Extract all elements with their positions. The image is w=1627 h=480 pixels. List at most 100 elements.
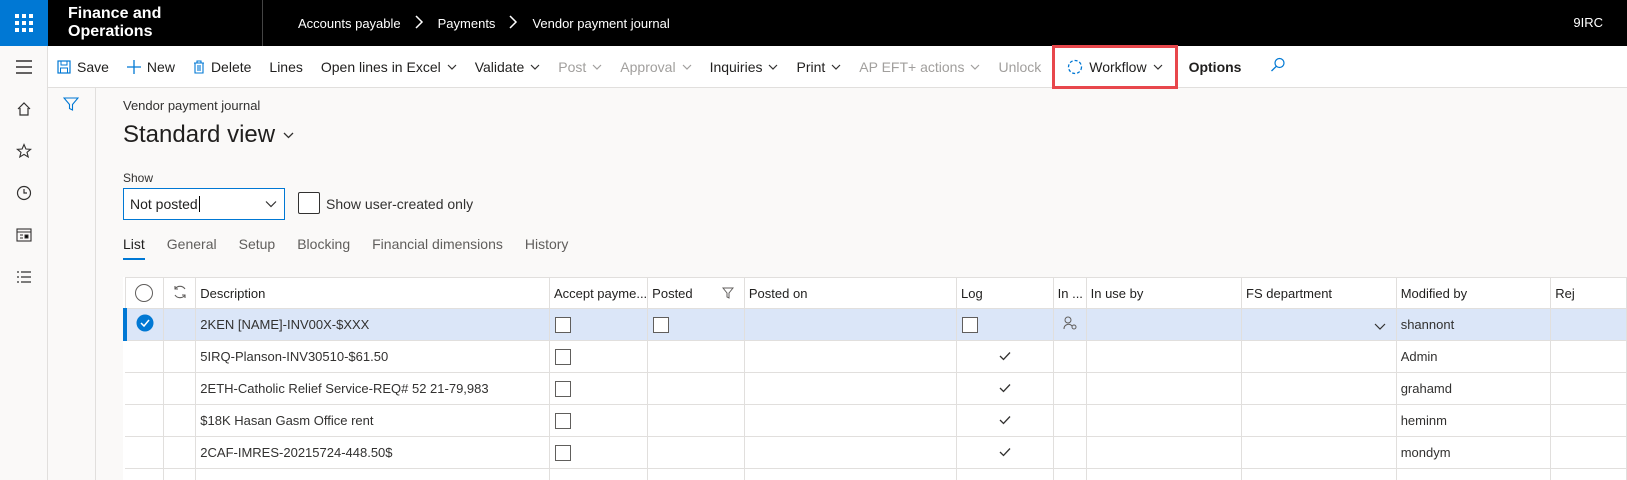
column-header-in-use-by[interactable]: In use by xyxy=(1086,277,1243,309)
tab-list[interactable]: List xyxy=(123,236,145,260)
text-caret xyxy=(198,196,200,212)
accept-payment-checkbox[interactable] xyxy=(549,436,649,469)
chevron-right-icon xyxy=(509,14,518,32)
chevron-down-icon xyxy=(447,64,457,70)
table-row[interactable]: 2KEN [NAME]-INV00X-$XXX shannont xyxy=(123,308,1627,341)
row-select-radio[interactable] xyxy=(123,308,165,341)
posted-cell xyxy=(647,436,745,469)
column-header-description[interactable]: Description xyxy=(195,277,550,309)
search-button[interactable] xyxy=(1250,46,1295,88)
posted-cell xyxy=(647,340,745,373)
table-row[interactable]: 5IRQ-Planson-INV30510-$61.50 Admin xyxy=(125,340,1627,373)
table-row[interactable]: $18K Hasan Gasm Office rent heminm xyxy=(125,404,1627,437)
tab-financial-dimensions[interactable]: Financial dimensions xyxy=(372,236,503,260)
waffle-icon xyxy=(15,14,33,32)
column-header-posted[interactable]: Posted xyxy=(647,277,745,309)
app-launcher-button[interactable] xyxy=(0,0,48,46)
show-user-created-label: Show user-created only xyxy=(326,196,474,212)
row-select-cell[interactable] xyxy=(125,404,165,437)
list-icon[interactable] xyxy=(0,256,48,298)
in-use-by-cell[interactable] xyxy=(1086,308,1243,341)
table-row[interactable] xyxy=(125,468,1627,480)
ap-eft-actions-button[interactable]: AP EFT+ actions xyxy=(850,46,989,88)
app-title[interactable]: Finance and Operations xyxy=(48,0,263,46)
column-header-in-use[interactable]: In ... xyxy=(1053,277,1087,309)
description-cell[interactable]: $18K Hasan Gasm Office rent xyxy=(195,404,550,437)
column-header-rejected[interactable]: Rej xyxy=(1550,277,1627,309)
new-button[interactable]: New xyxy=(118,46,184,88)
validate-label: Validate xyxy=(474,58,525,75)
description-cell[interactable]: 2ETH-Catholic Relief Service-REQ# 52 21-… xyxy=(195,372,550,405)
row-select-cell[interactable] xyxy=(125,340,165,373)
tab-bar: List General Setup Blocking Financial di… xyxy=(123,236,590,260)
description-cell[interactable]: 5IRQ-Planson-INV30510-$61.50 xyxy=(195,340,550,373)
log-checkbox[interactable] xyxy=(956,308,1054,341)
breadcrumb-item-vendor-payment-journal[interactable]: Vendor payment journal xyxy=(532,16,669,31)
breadcrumb-item-accounts-payable[interactable]: Accounts payable xyxy=(298,16,401,31)
row-select-cell[interactable] xyxy=(125,436,165,469)
home-icon[interactable] xyxy=(0,88,48,130)
tab-blocking[interactable]: Blocking xyxy=(297,236,350,260)
in-use-cell xyxy=(1053,372,1087,405)
rejected-cell[interactable] xyxy=(1550,308,1627,341)
post-button[interactable]: Post xyxy=(549,46,611,88)
inquiries-button[interactable]: Inquiries xyxy=(701,46,788,88)
clock-icon[interactable] xyxy=(0,172,48,214)
tab-history[interactable]: History xyxy=(525,236,569,260)
column-header-posted-on[interactable]: Posted on xyxy=(744,277,958,309)
column-filter-icon xyxy=(721,287,734,302)
table-row[interactable]: 2CAF-IMRES-20215724-448.50$ mondym xyxy=(125,436,1627,469)
workspace-icon[interactable] xyxy=(0,214,48,256)
tab-general[interactable]: General xyxy=(167,236,217,260)
save-button[interactable]: Save xyxy=(48,46,118,88)
approval-label: Approval xyxy=(620,58,676,75)
show-dropdown[interactable]: Not posted xyxy=(123,188,285,220)
table-row[interactable]: 2ETH-Catholic Relief Service-REQ# 52 21-… xyxy=(125,372,1627,405)
accept-payment-checkbox[interactable] xyxy=(549,340,649,373)
delete-button[interactable]: Delete xyxy=(184,46,260,88)
posted-on-cell xyxy=(744,340,958,373)
rejected-cell xyxy=(1550,340,1627,373)
fs-department-dropdown[interactable] xyxy=(1241,308,1397,341)
show-user-created-checkbox[interactable] xyxy=(298,192,320,214)
chevron-down-icon xyxy=(530,64,540,70)
posted-checkbox[interactable] xyxy=(647,308,745,341)
column-header-log[interactable]: Log xyxy=(956,277,1054,309)
posted-header-label: Posted xyxy=(652,285,693,301)
left-navigation xyxy=(0,46,48,480)
accept-payment-checkbox[interactable] xyxy=(549,404,649,437)
open-lines-in-excel-button[interactable]: Open lines in Excel xyxy=(312,46,466,88)
approval-button[interactable]: Approval xyxy=(611,46,700,88)
company-picker[interactable]: 9IRC xyxy=(1573,15,1603,30)
column-header-accept-payment[interactable]: Accept payme... xyxy=(549,277,649,309)
column-header-fs-department[interactable]: FS department xyxy=(1241,277,1397,309)
lines-button[interactable]: Lines xyxy=(260,46,311,88)
column-header-modified-by[interactable]: Modified by xyxy=(1396,277,1552,309)
description-cell[interactable]: 2KEN [NAME]-INV00X-$XXX xyxy=(195,308,550,341)
posted-on-cell[interactable] xyxy=(744,308,958,341)
in-use-by-cell xyxy=(1086,436,1243,469)
star-icon[interactable] xyxy=(0,130,48,172)
unlock-button[interactable]: Unlock xyxy=(989,46,1050,88)
row-select-cell[interactable] xyxy=(125,372,165,405)
description-cell[interactable]: 2CAF-IMRES-20215724-448.50$ xyxy=(195,436,550,469)
fs-department-cell xyxy=(1241,436,1397,469)
select-all-radio[interactable] xyxy=(124,277,165,309)
journal-grid: Description Accept payme... Posted Poste… xyxy=(123,277,1627,480)
refresh-icon[interactable] xyxy=(163,277,197,309)
tab-setup[interactable]: Setup xyxy=(239,236,276,260)
workflow-button[interactable]: Workflow xyxy=(1067,46,1163,88)
fs-department-cell xyxy=(1241,372,1397,405)
hamburger-icon[interactable] xyxy=(0,46,48,88)
filter-icon[interactable] xyxy=(62,96,80,117)
print-button[interactable]: Print xyxy=(787,46,850,88)
accept-payment-checkbox[interactable] xyxy=(549,372,649,405)
journal-table: Description Accept payme... Posted Poste… xyxy=(123,277,1627,480)
view-selector[interactable]: Standard view xyxy=(123,121,294,149)
ap-eft-label: AP EFT+ actions xyxy=(859,58,965,75)
modified-by-cell[interactable]: shannont xyxy=(1396,308,1552,341)
accept-payment-checkbox[interactable] xyxy=(549,308,649,341)
options-button[interactable]: Options xyxy=(1180,46,1251,88)
breadcrumb-item-payments[interactable]: Payments xyxy=(438,16,496,31)
validate-button[interactable]: Validate xyxy=(466,46,550,88)
